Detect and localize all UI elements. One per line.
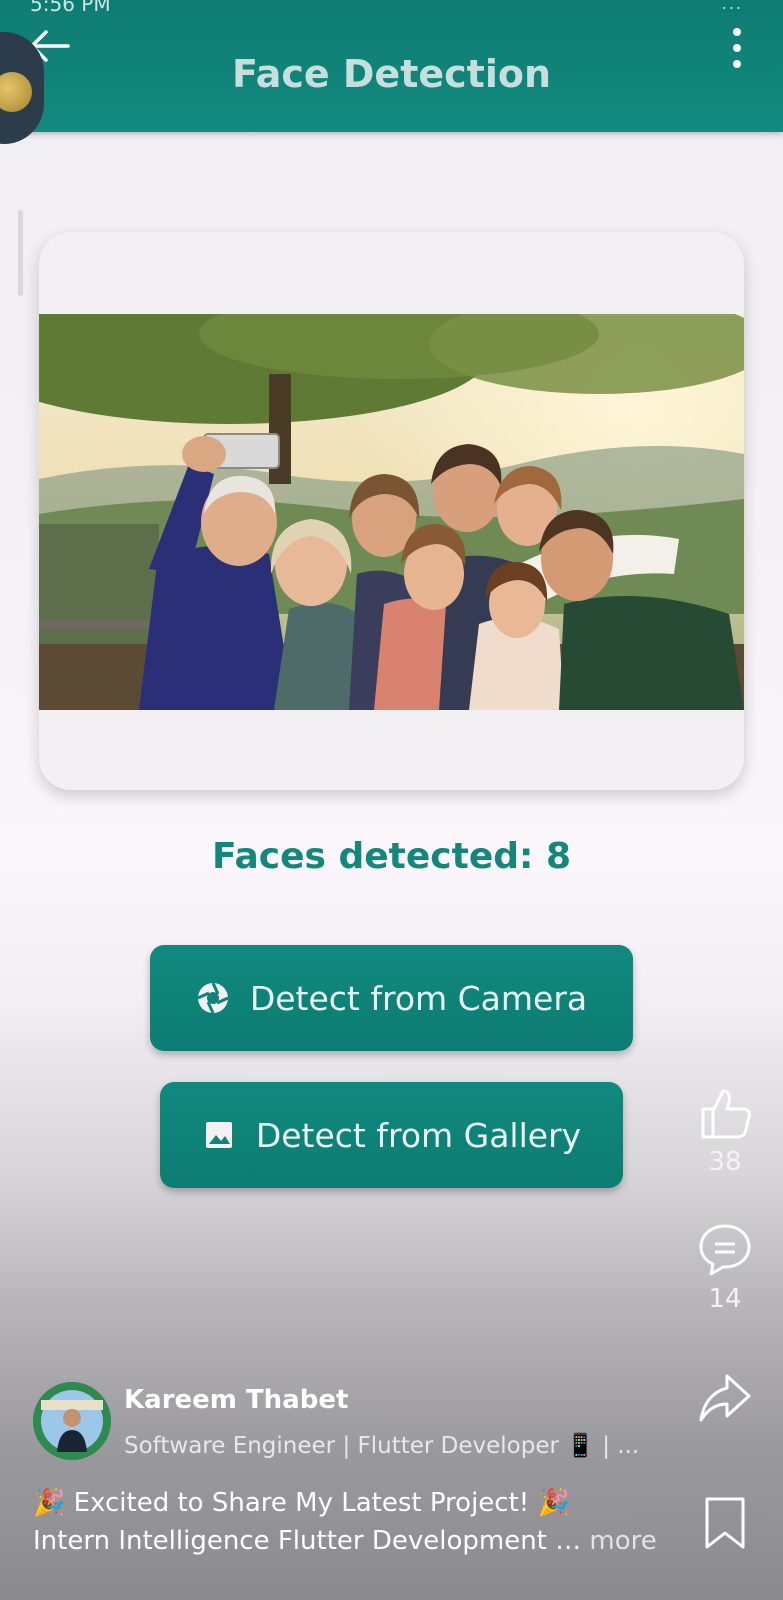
save-button[interactable] bbox=[695, 1495, 755, 1551]
detect-from-camera-label: Detect from Camera bbox=[249, 978, 588, 1018]
bookmark-icon bbox=[705, 1497, 745, 1549]
faces-detected-label: Faces detected: 8 bbox=[211, 836, 571, 877]
camera-aperture-icon bbox=[197, 982, 229, 1014]
status-time: 5:56 PM bbox=[30, 0, 111, 16]
post-caption[interactable]: 🎉 Excited to Share My Latest Project! 🎉 … bbox=[33, 1484, 657, 1560]
author-headline: Software Engineer | Flutter Developer 📱 … bbox=[124, 1433, 640, 1459]
detect-from-gallery-label: Detect from Gallery bbox=[255, 1115, 582, 1155]
share-button[interactable] bbox=[695, 1370, 755, 1426]
detect-from-gallery-button[interactable]: Detect from Gallery bbox=[160, 1082, 623, 1188]
profile-photo bbox=[33, 1382, 111, 1460]
like-count: 38 bbox=[708, 1147, 742, 1177]
image-card bbox=[39, 232, 744, 790]
thumb-up-icon bbox=[701, 1089, 751, 1139]
detect-from-camera-button[interactable]: Detect from Camera bbox=[150, 945, 633, 1051]
status-indicators: ... bbox=[721, 0, 743, 13]
post-caption-line-2-text: Intern Intelligence Flutter Development … bbox=[33, 1526, 582, 1556]
share-icon bbox=[699, 1374, 751, 1422]
page-title: Face Detection bbox=[231, 52, 552, 96]
scrollbar[interactable] bbox=[18, 210, 23, 296]
post-caption-line-1: 🎉 Excited to Share My Latest Project! 🎉 bbox=[33, 1488, 570, 1518]
app-bar: 5:56 PM ... Face Detection bbox=[0, 0, 783, 132]
post-caption-line-2: Intern Intelligence Flutter Development … bbox=[33, 1522, 657, 1560]
author-name[interactable]: Kareem Thabet bbox=[124, 1385, 348, 1415]
comment-icon bbox=[699, 1224, 751, 1276]
comment-count: 14 bbox=[708, 1284, 742, 1314]
coin-icon bbox=[0, 72, 32, 112]
more-vert-icon[interactable] bbox=[731, 28, 743, 72]
family-selfie-image bbox=[39, 314, 744, 710]
see-more-link[interactable]: more bbox=[589, 1526, 656, 1556]
image-icon bbox=[205, 1122, 232, 1148]
like-button[interactable]: 38 bbox=[695, 1085, 755, 1177]
comment-button[interactable]: 14 bbox=[695, 1222, 755, 1314]
avatar[interactable] bbox=[33, 1382, 111, 1460]
